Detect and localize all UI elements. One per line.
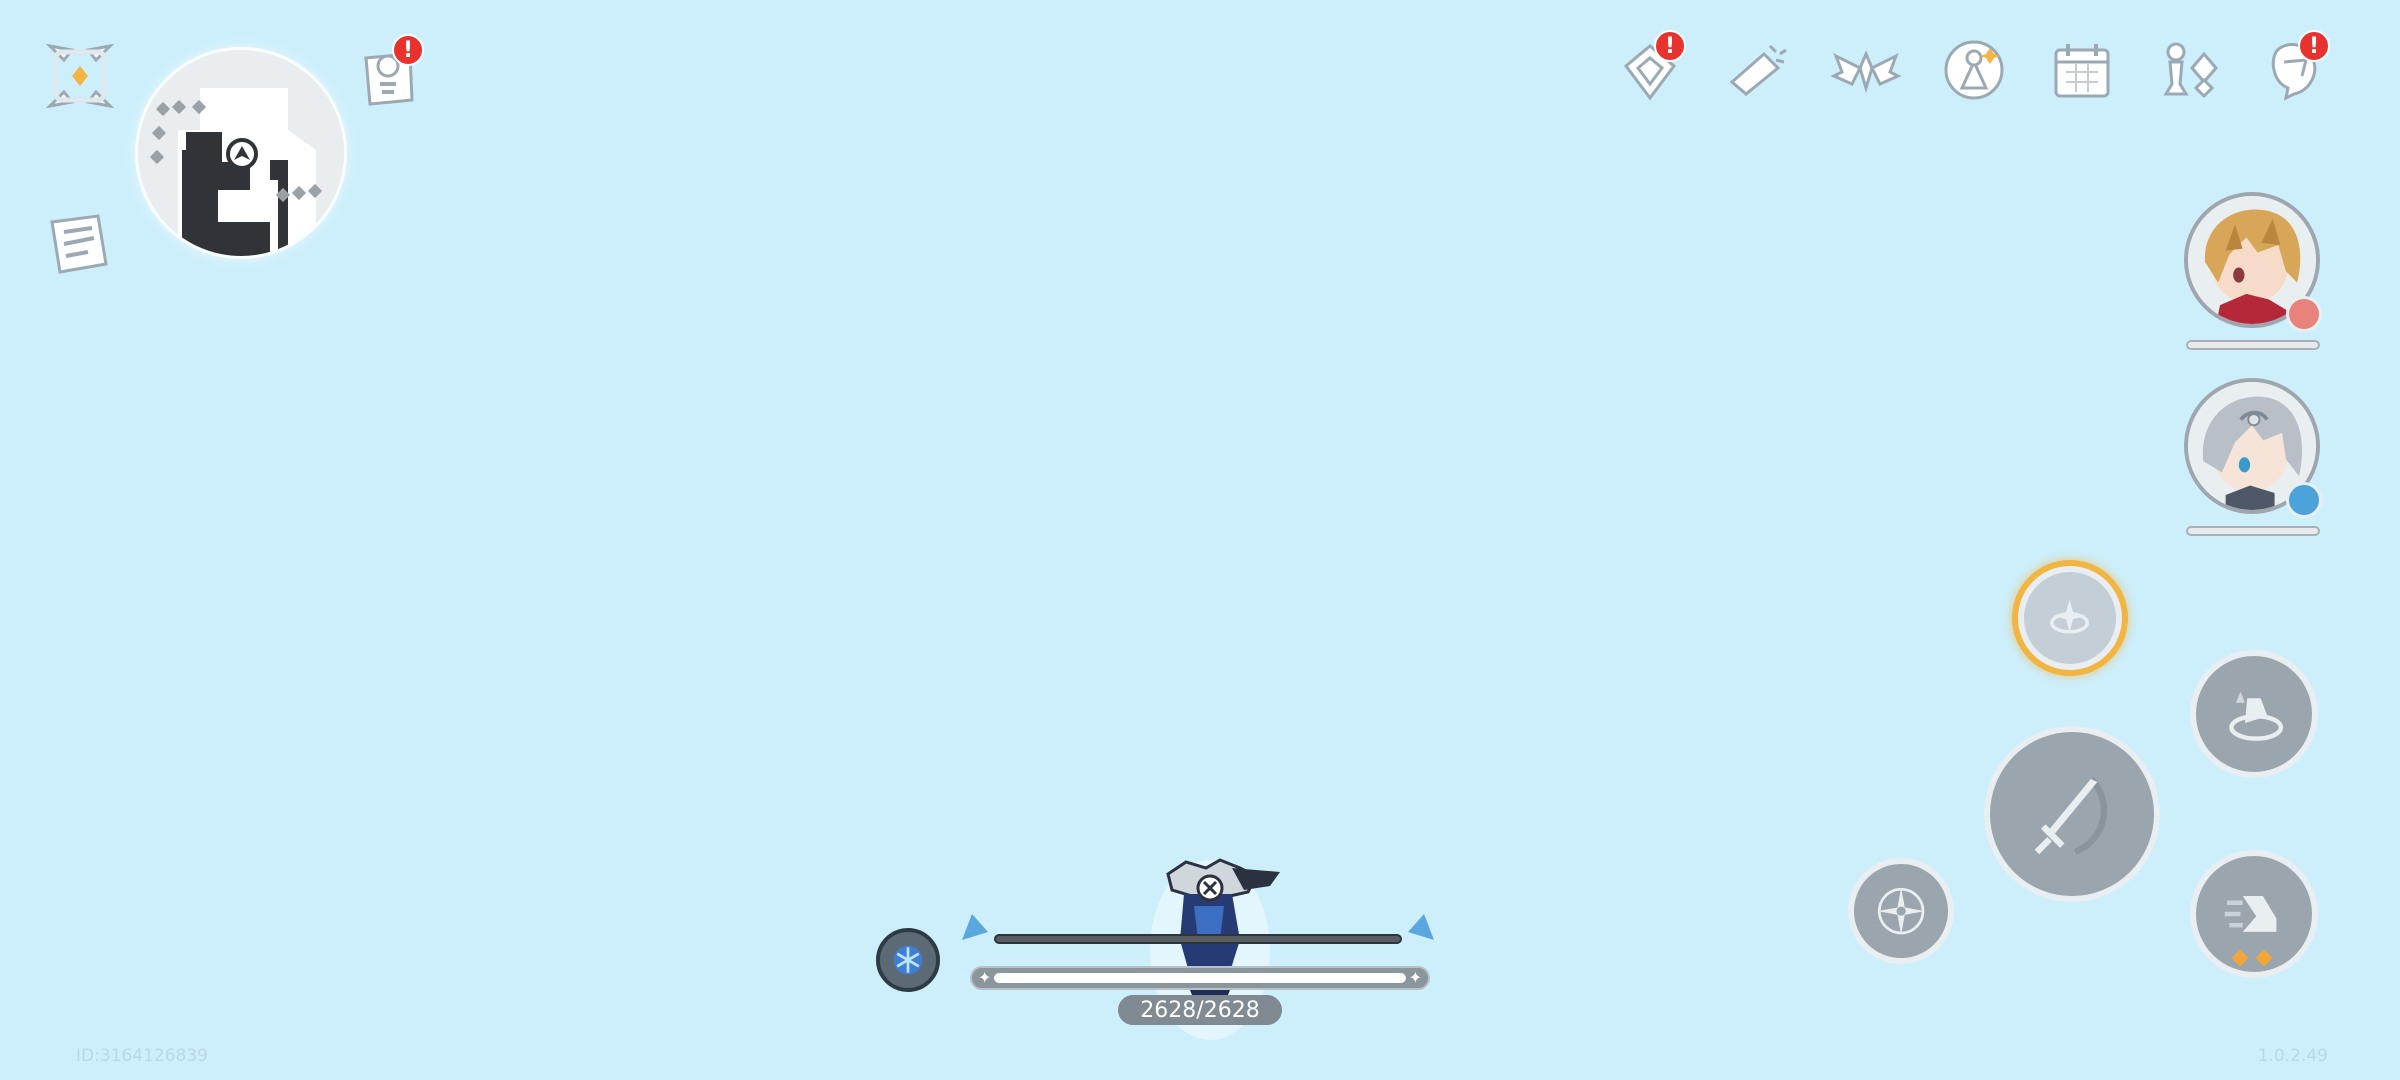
minimap[interactable] bbox=[138, 50, 344, 256]
hp-value-text: 2628/2628 bbox=[1118, 995, 1282, 1025]
charge-pip bbox=[2255, 949, 2273, 967]
hp-bar-fill bbox=[994, 973, 1406, 983]
character-radiance-icon[interactable] bbox=[1936, 32, 2012, 108]
hp-bar-left-ornament: ✦ bbox=[978, 968, 992, 987]
version-text: 1.0.2.49 bbox=[2257, 1046, 2328, 1066]
hp-bar-right-ornament: ✦ bbox=[1408, 968, 1422, 987]
expand-menu-icon[interactable] bbox=[42, 38, 118, 114]
fire-element-icon bbox=[2286, 296, 2322, 332]
ice-element-icon bbox=[876, 928, 940, 992]
attack-button[interactable] bbox=[1984, 726, 2160, 902]
calendar-icon[interactable] bbox=[2044, 32, 2120, 108]
elemental-skill-button[interactable] bbox=[1848, 858, 1954, 964]
notes-icon[interactable] bbox=[42, 206, 118, 282]
notification-badge: ! bbox=[1654, 30, 1686, 62]
character-menu-icon[interactable]: ! bbox=[2256, 30, 2332, 108]
ultimate-skill-button[interactable] bbox=[2018, 566, 2122, 670]
jump-button[interactable] bbox=[2190, 650, 2318, 778]
party-hp-bar bbox=[2186, 340, 2320, 350]
ice-element-icon bbox=[2286, 482, 2322, 518]
dash-button[interactable] bbox=[2190, 850, 2318, 978]
wings-emblem-icon[interactable] bbox=[1828, 32, 1904, 108]
player-id-text: ID:3164126839 bbox=[76, 1046, 208, 1066]
player-location-marker bbox=[226, 138, 258, 170]
charge-pip bbox=[2231, 949, 2249, 967]
events-icon[interactable]: ! bbox=[1612, 30, 1688, 108]
quest-log-icon[interactable]: ! bbox=[350, 34, 426, 112]
chess-pieces-icon[interactable] bbox=[2152, 32, 2228, 108]
energy-bar bbox=[958, 910, 1438, 944]
party-hp-bar bbox=[2186, 526, 2320, 536]
hp-bar: ✦ ✦ bbox=[970, 966, 1430, 990]
notification-badge: ! bbox=[2298, 30, 2330, 62]
notification-badge: ! bbox=[392, 34, 424, 66]
trumpet-announcement-icon[interactable] bbox=[1720, 32, 1796, 108]
